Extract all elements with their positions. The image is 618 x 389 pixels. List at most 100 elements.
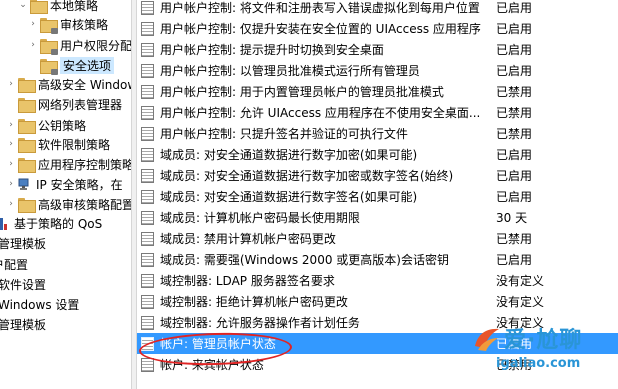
tree-item-label: 管理模板: [0, 236, 47, 251]
tree-item-label: 户配置: [0, 257, 29, 272]
expand-chevron-icon[interactable]: ›: [6, 120, 16, 130]
tree-item[interactable]: › 用户权限分配: [28, 35, 131, 55]
tree-item[interactable]: › 高级安全 Windows: [6, 74, 131, 94]
tree-item[interactable]: 管理模板: [0, 314, 46, 334]
folder-icon: [18, 97, 36, 113]
bar-chart-icon: [0, 217, 10, 230]
tree-item-label: 管理模板: [0, 317, 47, 332]
policy-row[interactable]: 域控制器: LDAP 服务器签名要求 没有定义: [137, 270, 618, 291]
policy-setting-icon: [141, 357, 154, 372]
policy-row[interactable]: 用户帐户控制: 以管理员批准模式运行所有管理员 已启用: [137, 60, 618, 81]
tree-item-label: 高级审核策略配置: [38, 197, 131, 212]
policy-setting-icon: [141, 336, 154, 351]
policy-row[interactable]: 用户帐户控制: 允许 UIAccess 应用程序在不使用安全桌面... 已禁用: [137, 102, 618, 123]
policy-name: 域控制器: LDAP 服务器签名要求: [160, 274, 335, 288]
policy-name: 域成员: 需要强(Windows 2000 或更高版本)会话密钥: [160, 253, 449, 267]
tree-item[interactable]: › 高级审核策略配置: [6, 194, 131, 214]
policy-security-setting: 已禁用: [496, 358, 533, 372]
policy-security-setting: 已启用: [496, 43, 533, 57]
policy-security-setting: 已启用: [496, 22, 533, 36]
tree-item[interactable]: 网络列表管理器: [6, 94, 122, 114]
policy-name: 帐户: 来宾帐户状态: [160, 358, 264, 372]
folder-icon: [18, 137, 36, 153]
policy-row[interactable]: 域成员: 对安全通道数据进行数字加密(如果可能) 已启用: [137, 144, 618, 165]
expand-chevron-icon[interactable]: ›: [6, 139, 16, 149]
policy-row[interactable]: 域成员: 对安全通道数据进行数字加密或数字签名(始终) 已启用: [137, 165, 618, 186]
folder-icon: [18, 197, 36, 213]
tree-item[interactable]: 软件设置: [0, 274, 46, 294]
policy-name: 用户帐户控制: 用于内置管理员帐户的管理员批准模式: [160, 85, 444, 99]
tree-item[interactable]: 安全选项: [28, 55, 115, 75]
ip-security-icon: [18, 178, 32, 191]
policy-security-setting: 已启用: [496, 337, 533, 351]
policy-row[interactable]: 用户帐户控制: 只提升签名并验证的可执行文件 已禁用: [137, 123, 618, 144]
policy-row[interactable]: 用户帐户控制: 提示提升时切换到安全桌面 已启用: [137, 39, 618, 60]
policy-security-setting: 已启用: [496, 64, 533, 78]
tree-item[interactable]: › 公钥策略: [6, 115, 86, 135]
tree-item[interactable]: › 软件限制策略: [6, 134, 110, 154]
tree-item[interactable]: 管理模板: [0, 233, 46, 253]
policy-row[interactable]: 用户帐户控制: 用于内置管理员帐户的管理员批准模式 已禁用: [137, 81, 618, 102]
policy-security-setting: 没有定义: [496, 274, 545, 288]
policy-setting-icon: [141, 126, 154, 141]
policy-security-setting: 已启用: [496, 148, 533, 162]
policy-name: 域成员: 对安全通道数据进行数字加密(如果可能): [160, 148, 418, 162]
policy-security-setting: 没有定义: [496, 316, 545, 330]
policy-row[interactable]: 域成员: 需要强(Windows 2000 或更高版本)会话密钥 已启用: [137, 249, 618, 270]
expand-chevron-icon[interactable]: ›: [28, 40, 38, 50]
expand-chevron-icon[interactable]: ›: [6, 179, 16, 189]
policy-row[interactable]: 域成员: 计算机帐户密码最长使用期限 30 天: [137, 207, 618, 228]
folder-icon: [18, 157, 36, 173]
policy-row[interactable]: 帐户: 来宾帐户状态 已禁用: [137, 354, 618, 375]
folder-icon: [40, 17, 58, 34]
tree-item[interactable]: 基于策略的 QoS: [0, 213, 102, 233]
expand-chevron-icon[interactable]: ›: [6, 199, 16, 209]
policy-security-setting: 已启用: [496, 253, 533, 267]
policy-row[interactable]: 用户帐户控制: 将文件和注册表写入错误虚拟化到每用户位置 已启用: [137, 0, 618, 18]
policy-security-setting: 已禁用: [496, 232, 533, 246]
policy-row[interactable]: 用户帐户控制: 仅提升安装在安全位置的 UIAccess 应用程序 已启用: [137, 18, 618, 39]
policy-setting-icon: [141, 105, 154, 120]
tree-item[interactable]: Windows 设置: [0, 294, 79, 314]
policy-row[interactable]: 域成员: 禁用计算机帐户密码更改 已禁用: [137, 228, 618, 249]
policy-security-setting: 已启用: [496, 1, 533, 15]
console-tree: ⌄ 本地策略 › 审核策略 › 用户权限分配安全选项 › 高级安全 Windows 网络列表管理…: [0, 0, 131, 389]
policy-name: 用户帐户控制: 只提升签名并验证的可执行文件: [160, 127, 408, 141]
policy-setting-icon: [141, 231, 154, 246]
tree-item-label: 基于策略的 QoS: [14, 216, 103, 231]
policy-name: 域成员: 禁用计算机帐户密码更改: [160, 232, 336, 246]
tree-item-label: 网络列表管理器: [38, 97, 123, 112]
tree-item-label: 用户权限分配: [60, 38, 131, 53]
tree-item-label: 应用程序控制策略: [38, 157, 131, 172]
tree-item-label: 安全选项: [60, 56, 115, 74]
lock-overlay-icon: [51, 68, 58, 75]
policy-row[interactable]: 域成员: 对安全通道数据进行数字签名(如果可能) 已启用: [137, 186, 618, 207]
policy-setting-icon: [141, 315, 154, 330]
policy-setting-icon: [141, 189, 154, 204]
policy-setting-icon: [141, 84, 154, 99]
tree-item-label: 审核策略: [60, 17, 109, 32]
expand-chevron-icon[interactable]: ›: [28, 19, 38, 29]
policy-name: 用户帐户控制: 提示提升时切换到安全桌面: [160, 43, 384, 57]
expand-chevron-icon[interactable]: ›: [6, 159, 16, 169]
tree-item[interactable]: ⌄ 本地策略: [18, 0, 98, 15]
tree-item[interactable]: 户配置: [0, 254, 28, 274]
policy-row[interactable]: 域控制器: 拒绝计算机帐户密码更改 没有定义: [137, 291, 618, 312]
policy-setting-icon: [141, 147, 154, 162]
policy-security-setting: 已启用: [496, 190, 533, 204]
policy-name: 域成员: 计算机帐户密码最长使用期限: [160, 211, 360, 225]
tree-item[interactable]: › 应用程序控制策略: [6, 154, 131, 174]
lock-overlay-icon: [51, 48, 58, 55]
policy-name: 用户帐户控制: 允许 UIAccess 应用程序在不使用安全桌面...: [160, 106, 481, 120]
policy-security-setting: 已禁用: [496, 85, 533, 99]
tree-item[interactable]: › IP 安全策略，在: [6, 174, 122, 194]
expand-chevron-icon[interactable]: ⌄: [18, 0, 28, 10]
policy-setting-icon: [141, 63, 154, 78]
policy-list: 用户帐户控制: 将文件和注册表写入错误虚拟化到每用户位置 已启用 用户帐户控制: 仅…: [137, 0, 618, 389]
policy-row[interactable]: 域控制器: 允许服务器操作者计划任务 没有定义: [137, 312, 618, 333]
policy-name: 用户帐户控制: 以管理员批准模式运行所有管理员: [160, 64, 420, 78]
folder-icon: [18, 77, 36, 93]
expand-chevron-icon[interactable]: ›: [6, 79, 16, 89]
policy-row[interactable]: 帐户: 管理员帐户状态 已启用: [137, 333, 618, 354]
tree-item[interactable]: › 审核策略: [28, 14, 108, 34]
